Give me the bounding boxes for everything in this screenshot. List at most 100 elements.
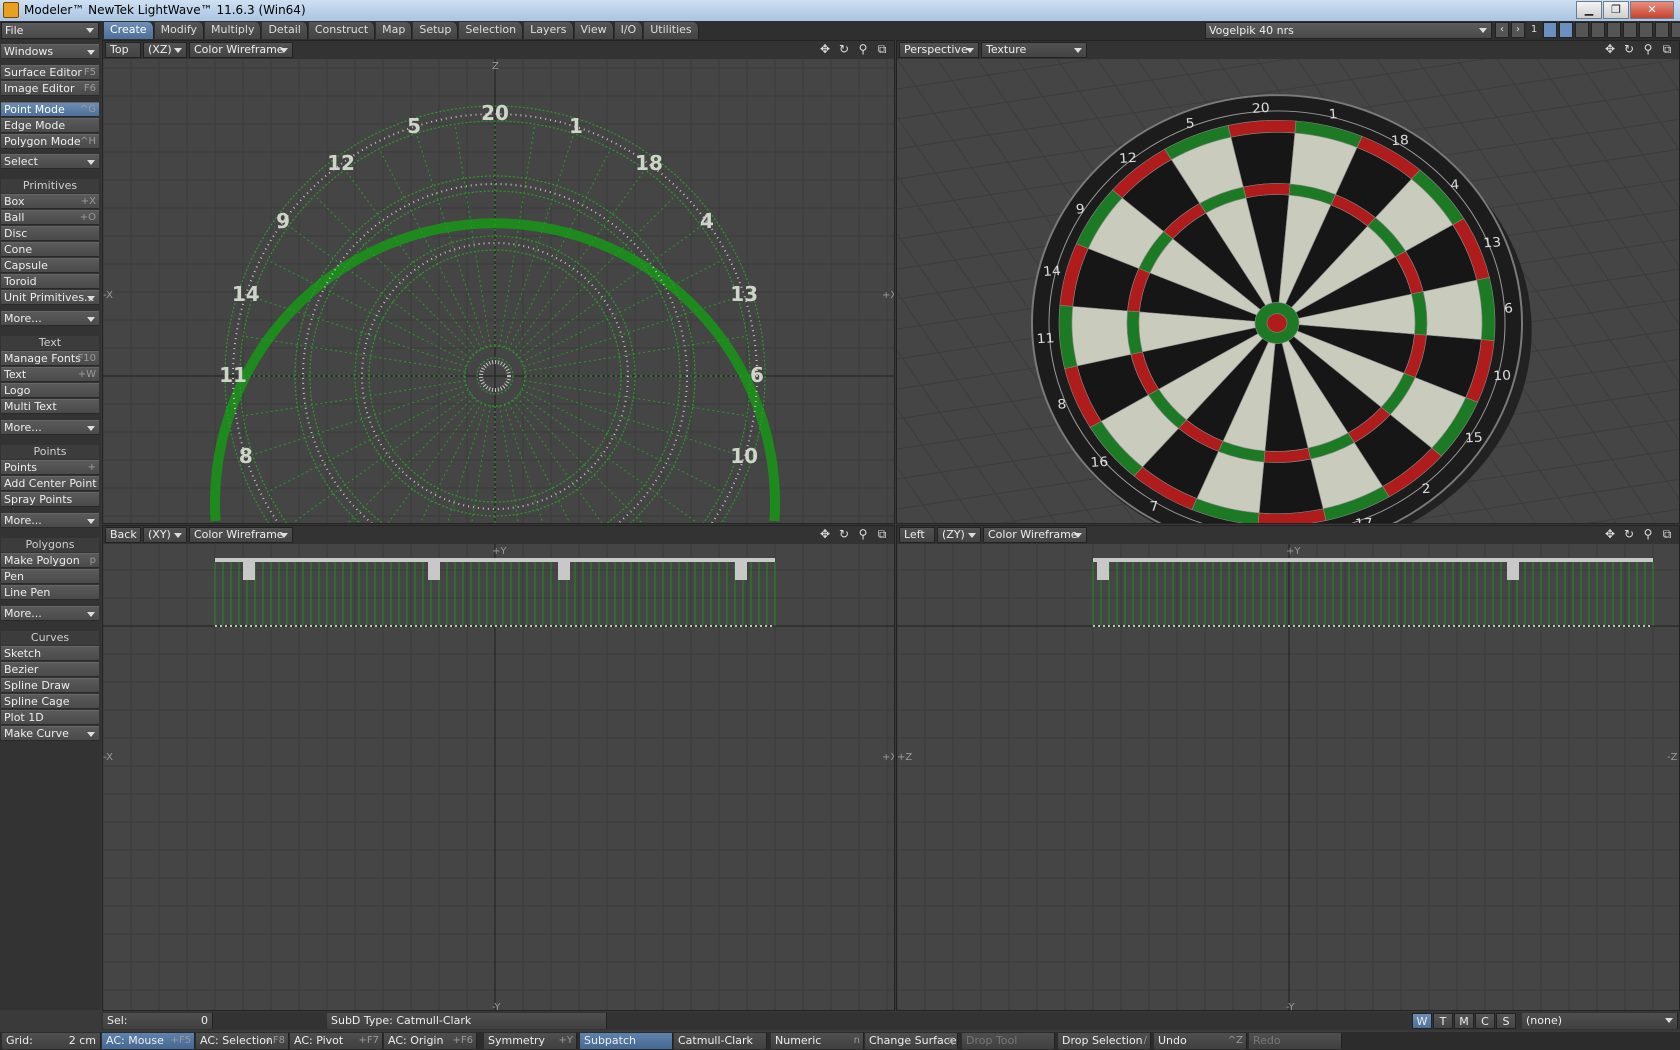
ac-origin-button[interactable]: AC: Origin +F6 (384, 1033, 477, 1049)
more-primitives-dropdown[interactable]: More... (1, 311, 99, 326)
numeric-button[interactable]: Numeric n (771, 1033, 864, 1049)
pan-icon[interactable]: ✥ (1602, 42, 1618, 57)
add-center-point-button[interactable]: Add Center Point (1, 476, 99, 491)
minimize-button[interactable]: ▁ (1576, 1, 1602, 19)
view-type-dropdown[interactable]: Back (105, 527, 141, 543)
ac-pivot-button[interactable]: AC: Pivot +F7 (290, 1033, 383, 1049)
back-view-canvas[interactable]: +Y -X +X -Y (103, 544, 895, 1011)
layer-slot-3[interactable] (1575, 22, 1589, 38)
subpatch-button[interactable]: Subpatch (580, 1033, 673, 1049)
multi-text-button[interactable]: Multi Text (1, 399, 99, 414)
more-polygons-dropdown[interactable]: More... (1, 606, 99, 621)
line-pen-button[interactable]: Line Pen (1, 585, 99, 600)
point-mode-button[interactable]: Point Mode ^G (1, 102, 99, 117)
maximize-viewport-icon[interactable]: ⧉ (1659, 527, 1675, 542)
windows-dropdown[interactable]: Windows (1, 44, 99, 59)
render-mode-dropdown[interactable]: Color Wireframe (983, 527, 1087, 543)
tab-modify[interactable]: Modify (154, 22, 205, 39)
render-mode-dropdown[interactable]: Color Wireframe (189, 42, 293, 58)
make-curve-dropdown[interactable]: Make Curve (1, 726, 99, 741)
pan-icon[interactable]: ✥ (1602, 527, 1618, 542)
maximize-viewport-icon[interactable]: ⧉ (874, 527, 890, 542)
render-mode-dropdown[interactable]: Texture (981, 42, 1087, 58)
view-type-dropdown[interactable]: Perspective (899, 42, 979, 58)
ball-button[interactable]: Ball +O (1, 210, 99, 225)
box-button[interactable]: Box +X (1, 194, 99, 209)
tab-layers[interactable]: Layers (524, 22, 574, 39)
layer-slot-2[interactable] (1559, 22, 1573, 38)
zoom-icon[interactable]: ⚲ (1640, 527, 1656, 542)
tab-multiply[interactable]: Multiply (205, 22, 262, 39)
points-button[interactable]: Points + (1, 460, 99, 475)
maximize-viewport-icon[interactable]: ⧉ (1659, 42, 1675, 57)
edge-mode-button[interactable]: Edge Mode (1, 118, 99, 133)
pan-icon[interactable]: ✥ (817, 527, 833, 542)
zoom-icon[interactable]: ⚲ (855, 42, 871, 57)
tab-i-o[interactable]: I/O (614, 22, 644, 39)
toggle-t-button[interactable]: T (1433, 1013, 1453, 1029)
logo-button[interactable]: Logo (1, 383, 99, 398)
view-axes-dropdown[interactable]: (XY) (143, 527, 187, 543)
maximize-viewport-icon[interactable]: ⧉ (874, 42, 890, 57)
next-layer-button[interactable]: › (1511, 22, 1525, 38)
redo-button[interactable]: Redo (1249, 1033, 1342, 1049)
viewport-back[interactable]: Back (XY) Color Wireframe ✥ ↻ ⚲ ⧉ +Y -X +X… (102, 525, 895, 1011)
layer-slot-4[interactable] (1591, 22, 1605, 38)
toggle-m-button[interactable]: M (1454, 1013, 1474, 1029)
select-dropdown[interactable]: Select (1, 154, 99, 169)
undo-button[interactable]: Undo ^Z (1154, 1033, 1247, 1049)
tab-construct[interactable]: Construct (308, 22, 376, 39)
manage-fonts-button[interactable]: Manage Fonts F10 (1, 351, 99, 366)
bezier-button[interactable]: Bezier (1, 662, 99, 677)
rotate-icon[interactable]: ↻ (1621, 42, 1637, 57)
toggle-c-button[interactable]: C (1475, 1013, 1495, 1029)
toroid-button[interactable]: Toroid (1, 274, 99, 289)
catmull-clark-button[interactable]: Catmull-Clark (674, 1033, 767, 1049)
capsule-button[interactable]: Capsule (1, 258, 99, 273)
spline-cage-button[interactable]: Spline Cage (1, 694, 99, 709)
tab-selection[interactable]: Selection (459, 22, 524, 39)
viewport-left[interactable]: Left (ZY) Color Wireframe ✥ ↻ ⚲ ⧉ +Y +Z -Z… (896, 525, 1680, 1011)
tab-setup[interactable]: Setup (413, 22, 459, 39)
left-view-canvas[interactable]: +Y +Z -Z -Y (897, 544, 1680, 1011)
toggle-s-button[interactable]: S (1496, 1013, 1516, 1029)
tab-view[interactable]: View (574, 22, 614, 39)
top-view-canvas[interactable]: Z -X +X 20 1 18 4 13 6 10 8 11 14 9 12 5 (103, 59, 895, 524)
spline-draw-button[interactable]: Spline Draw (1, 678, 99, 693)
plot-1d-button[interactable]: Plot 1D (1, 710, 99, 725)
perspective-view-canvas[interactable]: 2011841361015217319716811149125 (897, 59, 1680, 524)
disc-button[interactable]: Disc (1, 226, 99, 241)
tab-detail[interactable]: Detail (262, 22, 308, 39)
rotate-icon[interactable]: ↻ (836, 42, 852, 57)
polygon-mode-button[interactable]: Polygon Mode ^H (1, 134, 99, 149)
viewport-perspective[interactable]: Perspective Texture ✥ ↻ ⚲ ⧉ 20 1 18 4 13 6 10 1… (896, 40, 1680, 524)
text-button[interactable]: Text +W (1, 367, 99, 382)
view-type-dropdown[interactable]: Top (105, 42, 141, 58)
drop-selection-button[interactable]: Drop Selection / (1058, 1033, 1151, 1049)
tab-utilities[interactable]: Utilities (644, 22, 699, 39)
more-text-dropdown[interactable]: More... (1, 420, 99, 435)
tab-create[interactable]: Create (104, 22, 154, 39)
layer-slot-1[interactable] (1543, 22, 1557, 38)
layer-slot-7[interactable] (1639, 22, 1653, 38)
pan-icon[interactable]: ✥ (817, 42, 833, 57)
change-surface-button[interactable]: Change Surface q (865, 1033, 958, 1049)
rotate-icon[interactable]: ↻ (1621, 527, 1637, 542)
zoom-icon[interactable]: ⚲ (1640, 42, 1656, 57)
pen-button[interactable]: Pen (1, 569, 99, 584)
view-axes-dropdown[interactable]: (ZY) (937, 527, 981, 543)
image-editor-button[interactable]: Image Editor F6 (1, 81, 99, 96)
viewport-top[interactable]: Top (XZ) Color Wireframe ✥ ↻ ⚲ ⧉ Z -X +X 20… (102, 40, 895, 524)
tab-map[interactable]: Map (376, 22, 413, 39)
spray-points-button[interactable]: Spray Points (1, 492, 99, 507)
object-selector[interactable]: Vogelpik 40 nrs (1205, 22, 1492, 39)
symmetry-button[interactable]: Symmetry +Y (484, 1033, 577, 1049)
rotate-icon[interactable]: ↻ (836, 527, 852, 542)
ac-mouse-button[interactable]: AC: Mouse +F5 (102, 1033, 195, 1049)
sketch-button[interactable]: Sketch (1, 646, 99, 661)
ac-selection-button[interactable]: AC: Selection +F8 (196, 1033, 289, 1049)
surface-dropdown[interactable]: (none) (1522, 1013, 1678, 1029)
make-polygon-button[interactable]: Make Polygon p (1, 553, 99, 568)
layer-slot-8[interactable] (1655, 22, 1669, 38)
toggle-w-button[interactable]: W (1412, 1013, 1432, 1029)
